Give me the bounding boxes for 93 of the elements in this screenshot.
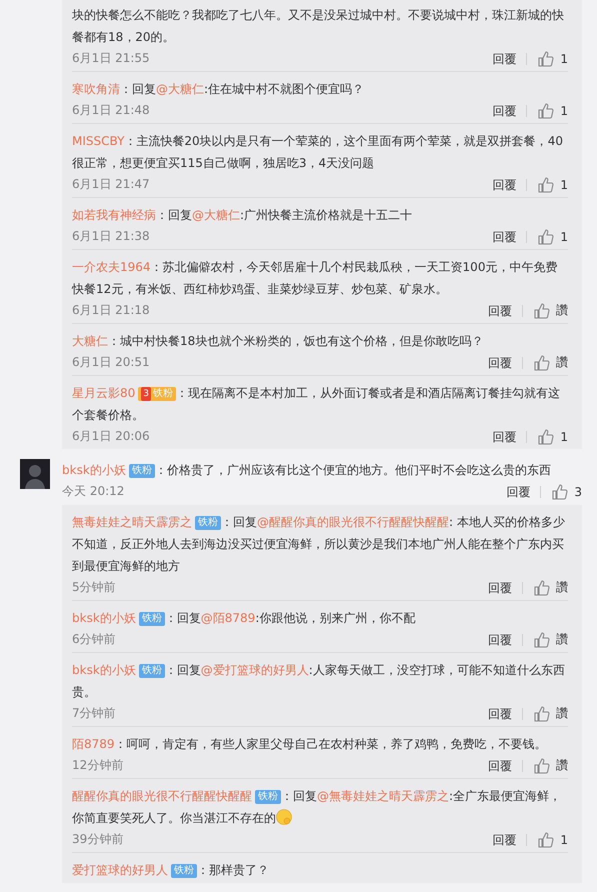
like-count: 讚 <box>556 302 568 319</box>
avatar-icon[interactable] <box>20 459 50 489</box>
username-link[interactable]: 星月云影80 <box>72 386 136 400</box>
mention-link[interactable]: @大糖仁 <box>192 208 240 222</box>
comment-text: 星月云影80 3 铁粉 ：现在隔离不是本村加工，从外面订餐或者是和酒店隔离订餐挂勾就有这个套餐价格。 <box>72 385 562 424</box>
fan-badge: 铁粉 <box>138 664 165 678</box>
like-icon[interactable] <box>537 428 554 444</box>
like-icon[interactable] <box>533 354 550 370</box>
username-link[interactable]: 無毒娃娃之晴天霹雳之 <box>72 515 192 529</box>
reply-link[interactable]: 回覆 <box>492 430 528 442</box>
mention-link[interactable]: @醒醒你真的眼光很不行醒醒快醒醒 <box>257 515 449 529</box>
fan-badge: 铁粉 <box>171 864 197 878</box>
timestamp: 6月1日 20:51 <box>72 354 151 371</box>
timestamp: 5分钟前 <box>72 579 117 596</box>
like-icon[interactable] <box>537 832 554 848</box>
like-icon[interactable] <box>533 706 550 722</box>
like-count: 讚 <box>556 705 568 722</box>
timestamp: 6月1日 20:06 <box>72 428 151 445</box>
timestamp: 6月1日 21:47 <box>72 176 151 193</box>
username-link[interactable]: bksk的小妖 <box>62 463 126 477</box>
like-count: 讚 <box>556 757 568 774</box>
like-icon[interactable] <box>537 102 554 118</box>
timestamp: 6月1日 21:18 <box>72 302 151 319</box>
comment-text: 大糖仁：城中村快餐18块也就个米粉类的，饭也有这个价格，但是你敢吃吗？ <box>72 333 484 350</box>
reply-link[interactable]: 回覆 <box>488 760 523 772</box>
like-count: 讚 <box>556 579 568 596</box>
fan-badge: 铁粉 <box>138 612 165 626</box>
comment-text: 块的快餐怎么不能吃？我都吃了七八年。又不是没呆过城中村。不要说城中村，珠江新城的快餐都有18，20的。 <box>72 7 565 46</box>
reply-link[interactable]: 回覆 <box>488 304 523 316</box>
comment-text: 一介农夫1964：苏北偏僻农村，今天邻居雇十几个村民栽瓜秧，一天工资100元，中午免费快餐12元，有米饭、西红柿炒鸡蛋、韭菜炒绿豆芽、炒包菜、矿泉水。 <box>72 259 558 298</box>
timestamp: 6月1日 21:38 <box>72 228 151 245</box>
comment-text: bksk的小妖 铁粉 ：回复@爱打篮球的好男人:人家每天做工，没空打球，可能不知道什么东西贵。 <box>72 662 566 701</box>
comment-text: MISSCBY：主流快餐20块以内是只有一个荤菜的，这个里面有两个荤菜，就是双拼套餐，40很正常，想更便宜买115自己做啊，独居吃3，4天没问题 <box>72 133 564 172</box>
like-icon[interactable] <box>533 632 550 648</box>
username-link[interactable]: bksk的小妖 <box>72 611 136 625</box>
mention-link[interactable]: @爱打篮球的好男人 <box>200 663 309 677</box>
comment-text: 寒吹角清：回复@大糖仁:住在城中村不就图个便宜吗？ <box>72 81 366 98</box>
comment-text: 無毒娃娃之晴天霹雳之 铁粉 ：回复@醒醒你真的眼光很不行醒醒快醒醒: 本地人买的价格多少不知道，反正外地人去到海边没买过便宜海鲜，所以黄沙是我们本地广州人能在整个广东内买到最便宜海鲜的地方 <box>72 514 566 575</box>
like-count: 1 <box>560 104 568 118</box>
like-count: 1 <box>560 430 568 444</box>
username-link[interactable]: 一介农夫1964 <box>72 260 151 274</box>
like-count: 讚 <box>556 354 568 371</box>
timestamp: 7分钟前 <box>72 705 117 722</box>
like-count: 1 <box>560 52 568 66</box>
like-count: 讚 <box>556 631 568 648</box>
comment-text: bksk的小妖 铁粉 ：价格贵了，广州应该有比这个便宜的地方。他们平时不会吃这么贵的东西 <box>62 462 552 480</box>
fan-badge: 铁粉 <box>195 516 221 530</box>
timestamp: 6月1日 21:48 <box>72 102 151 119</box>
fan-badge: 铁粉 <box>255 790 281 804</box>
fan-badge: 3 铁粉 <box>138 387 176 401</box>
reply-link[interactable]: 回覆 <box>492 230 528 242</box>
like-icon[interactable] <box>533 302 550 318</box>
username-link[interactable]: 如若我有神经病 <box>72 208 156 222</box>
mention-link[interactable]: @陌8789 <box>200 611 256 625</box>
reply-link[interactable]: 回覆 <box>488 634 523 646</box>
like-count: 3 <box>574 484 582 498</box>
timestamp: 今天 20:12 <box>62 483 126 500</box>
mention-link[interactable]: @無毒娃娃之晴天霹雳之 <box>317 789 449 803</box>
reply-link[interactable]: 回覆 <box>488 708 523 720</box>
reply-link[interactable]: 回覆 <box>492 178 528 190</box>
like-count: 1 <box>560 230 568 244</box>
like-count: 1 <box>560 832 568 846</box>
reply-link[interactable]: 回覆 <box>492 834 528 846</box>
username-link[interactable]: 陌8789 <box>72 737 115 751</box>
comment-text: 爱打篮球的好男人 铁粉 ：那样贵了？ <box>72 862 270 880</box>
like-count: 1 <box>560 178 568 192</box>
like-icon[interactable] <box>537 228 554 244</box>
reply-link[interactable]: 回覆 <box>488 582 523 594</box>
like-icon[interactable] <box>551 484 568 500</box>
reply-link[interactable]: 回覆 <box>488 356 523 368</box>
timestamp: 12分钟前 <box>72 757 124 774</box>
like-icon[interactable] <box>533 758 550 774</box>
reply-link[interactable]: 回覆 <box>492 104 528 116</box>
username-link[interactable]: 大糖仁 <box>72 334 108 348</box>
timestamp: 6月1日 21:55 <box>72 50 151 67</box>
like-icon[interactable] <box>537 50 554 66</box>
reply-link[interactable]: 回覆 <box>506 486 542 498</box>
comment-text: 如若我有神经病：回复@大糖仁:广州快餐主流价格就是十五二十 <box>72 207 414 224</box>
like-icon[interactable] <box>533 580 550 596</box>
username-link[interactable]: 寒吹角清 <box>72 82 120 96</box>
reply-link[interactable]: 回覆 <box>492 52 528 64</box>
username-link[interactable]: bksk的小妖 <box>72 663 136 677</box>
fan-badge: 铁粉 <box>128 464 155 478</box>
mention-link[interactable]: @大糖仁 <box>156 82 204 96</box>
comment-text: 醒醒你真的眼光很不行醒醒快醒醒 铁粉 ：回复@無毒娃娃之晴天霹雳之:全广东最便宜海鲜，你简直要笑死人了。你当湛江不存在的 <box>72 788 562 827</box>
comment-text: bksk的小妖 铁粉 ：回复@陌8789:你跟他说，别来广州，你不配 <box>72 610 416 628</box>
timestamp: 39分钟前 <box>72 831 124 848</box>
username-link[interactable]: MISSCBY <box>72 134 124 148</box>
comment-text: 陌8789：呵呵，肯定有，有些人家里父母自己在农村种菜，养了鸡鸭，免费吃，不要钱。 <box>72 736 548 753</box>
username-link[interactable]: 爱打篮球的好男人 <box>72 863 168 877</box>
username-link[interactable]: 醒醒你真的眼光很不行醒醒快醒醒 <box>72 789 252 803</box>
timestamp: 6分钟前 <box>72 631 117 648</box>
like-icon[interactable] <box>537 176 554 192</box>
